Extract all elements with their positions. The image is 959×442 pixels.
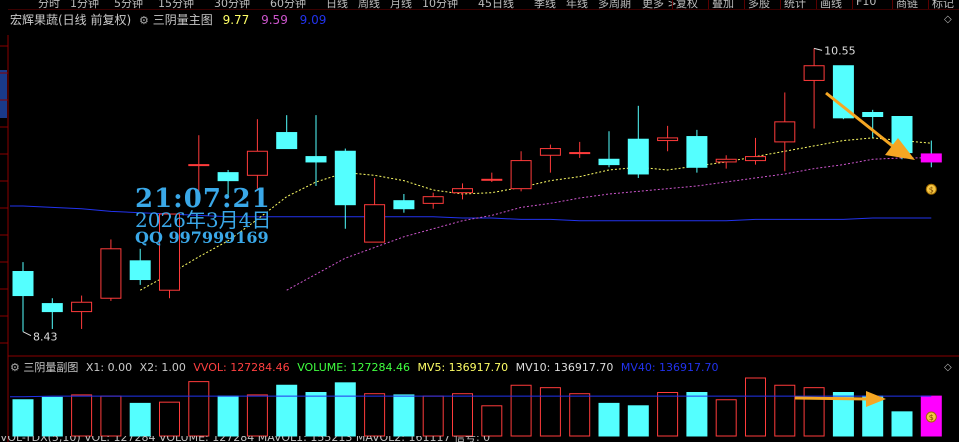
candle-body — [393, 200, 415, 210]
volume-bar — [891, 411, 913, 437]
volume-bar — [422, 395, 444, 437]
volume-bar — [598, 402, 620, 437]
candle-body — [334, 150, 356, 206]
volume-bar — [539, 387, 561, 437]
diamond-icon[interactable]: ◇ — [944, 14, 952, 25]
candle-body — [686, 136, 708, 168]
candle-body — [246, 150, 268, 176]
x1-value: X1: 0.00 — [85, 361, 133, 374]
clock-qq: QQ 997999169 — [135, 228, 269, 247]
candle-body — [657, 137, 679, 142]
candle-body — [832, 65, 854, 119]
volume-bar — [41, 396, 63, 437]
volume-bar — [715, 399, 737, 437]
candle-body — [569, 152, 591, 155]
clock-overlay: 21:07:21 2026年3月4日 QQ 997999169 — [135, 186, 271, 246]
volume-bar — [276, 384, 298, 437]
ma-short-value: 9.77 — [222, 13, 250, 27]
volume-bar — [12, 399, 34, 437]
candle-body — [510, 160, 532, 190]
volume-bar — [745, 377, 766, 437]
volume-arrow-shaft — [794, 396, 869, 401]
candle-body — [217, 172, 239, 182]
money-bag-symbol: $ — [929, 185, 934, 194]
settings-gear-icon[interactable]: ⚙ — [139, 14, 149, 27]
volume-bar — [188, 381, 210, 437]
candle-body — [745, 156, 766, 162]
volume-bar — [393, 394, 415, 437]
sub-chart-title: ⚙ 三阴量副图 X1: 0.00 X2: 1.00 VVOL: 127284.4… — [10, 359, 719, 375]
volume-bar — [627, 405, 649, 437]
candle-body — [422, 196, 444, 204]
volume-bar — [217, 395, 239, 437]
main-chart-title: 宏辉果蔬(日线 前复权) ⚙ 三阴量主图 9.77 9.59 9.09 — [10, 11, 326, 29]
candle-body — [715, 158, 737, 163]
mv40-value: MV40: 136917.70 — [620, 361, 719, 374]
ma-long-value: 9.09 — [299, 13, 327, 27]
volume-bar — [305, 392, 327, 437]
candle-body — [774, 121, 796, 143]
candle-body — [627, 138, 649, 175]
candle-body — [100, 248, 122, 299]
volume-bar — [364, 393, 386, 437]
sub-indicator-name[interactable]: 三阴量副图 — [23, 361, 78, 374]
candle-body — [188, 164, 210, 167]
volume-bar — [71, 394, 93, 437]
clock-date: 2026年3月4日 — [135, 208, 272, 232]
high-pointer — [813, 47, 823, 51]
volume-bar — [334, 382, 356, 437]
candle-body — [41, 303, 63, 313]
volume-bar — [481, 405, 503, 437]
candle-body — [129, 260, 151, 281]
volume-bar — [657, 392, 679, 437]
candle-body — [920, 153, 942, 163]
stock-name: 宏辉果蔬(日线 前复权) — [10, 13, 132, 27]
candle-body — [481, 178, 503, 181]
bottom-indicator-line: VOL-TDX(5,10) VOL: 127284 VOLUME: 127284… — [0, 436, 959, 442]
low-pointer — [22, 331, 32, 337]
candle-body — [71, 301, 93, 313]
volume-bar — [803, 387, 825, 437]
candle-body — [452, 188, 473, 194]
candle-body — [276, 132, 298, 150]
low-price-label: 8.43 — [33, 331, 58, 344]
vvol-value: VVOL: 127284.46 — [193, 361, 290, 374]
candle-body — [305, 156, 327, 163]
volume-value: VOLUME: 127284.46 — [297, 361, 410, 374]
candle-body — [12, 271, 34, 297]
mv10-value: MV10: 136917.70 — [515, 361, 614, 374]
volume-bar — [246, 394, 268, 437]
mv5-value: MV5: 136917.70 — [417, 361, 509, 374]
volume-bar — [452, 393, 473, 437]
volume-money-bag-symbol: $ — [929, 413, 934, 422]
volume-bar — [569, 393, 591, 437]
ma-mid-value: 9.59 — [261, 13, 288, 27]
candle-body — [598, 158, 620, 166]
volume-bar — [510, 384, 532, 437]
volume-bar — [100, 395, 122, 437]
x2-value: X2: 1.00 — [139, 361, 186, 374]
volume-bar — [686, 392, 708, 437]
volume-bar — [129, 402, 151, 437]
candle-body — [539, 148, 561, 156]
sub-settings-gear-icon[interactable]: ⚙ — [10, 361, 20, 374]
annotation-arrow-shaft — [825, 91, 896, 150]
volume-bar — [159, 401, 180, 437]
high-price-label: 10.55 — [824, 44, 856, 57]
indicator-name[interactable]: 三阴量主图 — [153, 13, 213, 27]
candle-body — [862, 112, 884, 118]
candle-body — [803, 65, 825, 81]
volume-bar — [774, 384, 796, 437]
candle-body — [364, 204, 386, 243]
sub-diamond-icon[interactable]: ◇ — [944, 362, 952, 373]
